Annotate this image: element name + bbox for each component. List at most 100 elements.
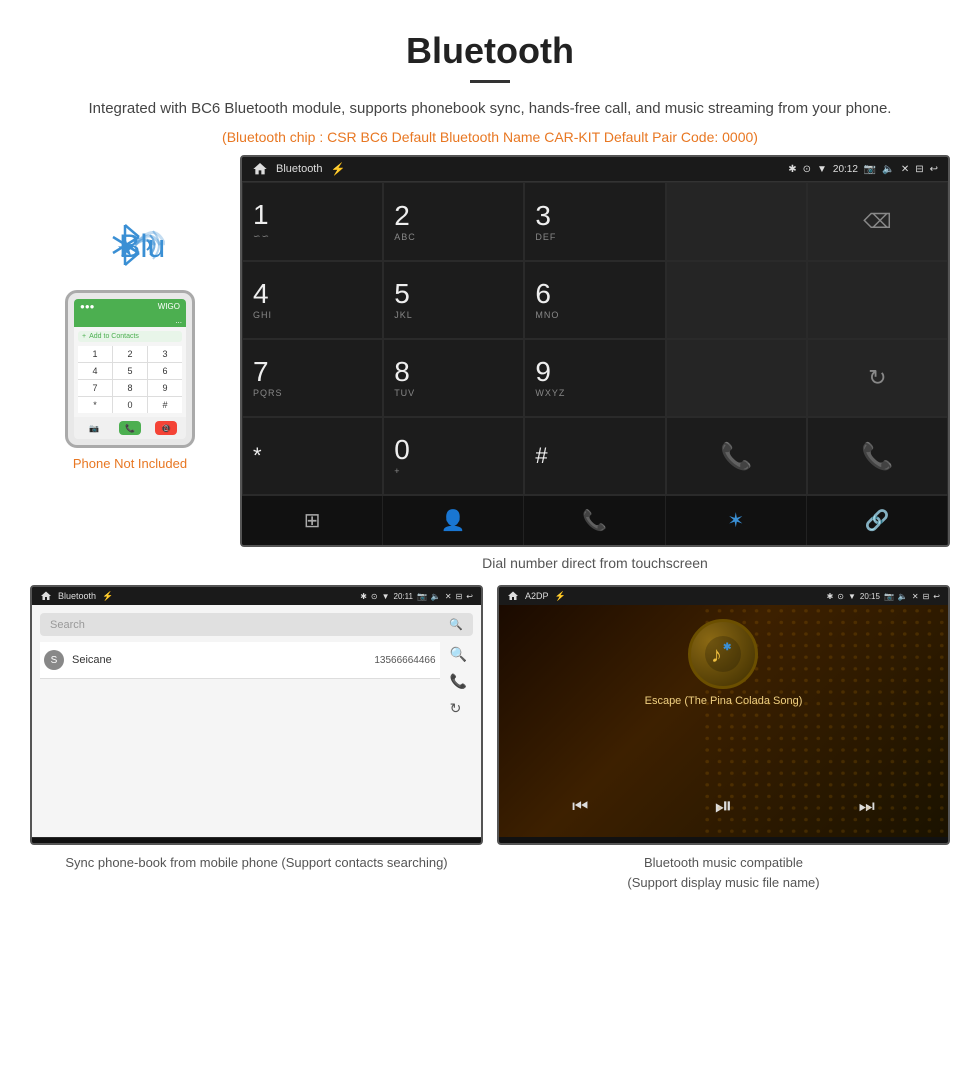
phone-keypad: 1 2 3 4 5 6 7 8 9 * 0 # (78, 346, 182, 413)
window-icon: ⊟ (915, 164, 923, 175)
usb-icon: ⚡ (330, 162, 345, 176)
page-header: Bluetooth Integrated with BC6 Bluetooth … (0, 0, 980, 155)
dial-key-6[interactable]: 6 MNO (524, 261, 665, 339)
dial-key-refresh[interactable]: ↻ (807, 339, 948, 417)
bt-icon-small: ✱ (360, 592, 367, 601)
phone-mockup: ●●●WIGO ... +Add to Contacts 1 2 3 4 5 6… (65, 290, 195, 448)
album-art: ♪ ✱ (688, 619, 758, 689)
search-icon: 🔍 (449, 618, 463, 631)
dial-key-7[interactable]: 7 PQRS (242, 339, 383, 417)
dial-key-empty-4 (666, 339, 807, 417)
nav-person-icon[interactable]: 👤 (383, 496, 524, 545)
music-screen: A2DP ⚡ ✱ ⊙ ▼ 20:15 📷 🔈 ✕ ⊟ ↩ (497, 585, 950, 845)
loc-icon-small: ⊙ (371, 592, 378, 601)
phone-top-bar: ●●●WIGO (74, 299, 186, 314)
title-divider (470, 80, 510, 83)
dial-key-call-green[interactable]: 📞 (666, 417, 807, 495)
home-icon-music (507, 590, 519, 602)
main-content: Bluetooth; ⭑ ●●●WIGO ... (0, 155, 980, 585)
back-icon: ↩ (930, 164, 938, 175)
camera-icon: 📷 (864, 164, 876, 175)
win-icon-small: ⊟ (456, 592, 463, 601)
car-bottom-nav: ⊞ 👤 📞 ✶ 🔗 (242, 495, 948, 545)
music-content: ♪ ✱ Escape (The Pina Colada Song) (645, 615, 803, 785)
dial-key-3[interactable]: 3 DEF (524, 182, 665, 261)
dial-key-hash[interactable]: # (524, 417, 665, 495)
contact-number: 13566664466 (374, 655, 435, 666)
song-title: Escape (The Pina Colada Song) (645, 695, 803, 707)
music-status-bar: A2DP ⚡ ✱ ⊙ ▼ 20:15 📷 🔈 ✕ ⊟ ↩ (499, 587, 948, 605)
refresh-action-icon[interactable]: ↻ (450, 700, 467, 717)
dial-key-delete[interactable]: ⌫ (807, 182, 948, 261)
search-bar[interactable]: Search 🔍 (40, 613, 473, 636)
time-music: 20:15 (860, 592, 880, 601)
bt-icon-music: ✱ (827, 592, 834, 601)
svg-text:♪: ♪ (711, 642, 722, 667)
dial-key-2[interactable]: 2 ABC (383, 182, 524, 261)
phonebook-screen: Bluetooth ⚡ ✱ ⊙ ▼ 20:11 📷 🔈 ✕ ⊟ ↩ (30, 585, 483, 845)
phone-bottom-bar: 📷 📞 📵 (74, 417, 186, 439)
contact-name: Seicane (72, 654, 374, 666)
pb-nav-bt[interactable]: ✶ (301, 844, 391, 845)
loc-icon-music: ⊙ (837, 592, 844, 601)
vol-icon-small: 🔈 (431, 592, 441, 601)
page-subtitle: Integrated with BC6 Bluetooth module, su… (60, 97, 920, 121)
phonebook-status-label: Bluetooth (58, 591, 96, 601)
status-label: Bluetooth (276, 163, 322, 175)
contact-row[interactable]: S Seicane 13566664466 (40, 642, 440, 679)
volume-icon: 🔈 (882, 164, 894, 175)
close-icon: ✕ (901, 164, 909, 175)
bluetooth-wifi-icon: Bluetooth; ⭑ (95, 215, 165, 275)
time-small: 20:11 (394, 592, 413, 601)
cam-icon-music: 📷 (884, 592, 894, 601)
pb-nav-phone[interactable]: 📞 (212, 844, 302, 845)
bottom-screenshots: Bluetooth ⚡ ✱ ⊙ ▼ 20:11 📷 🔈 ✕ ⊟ ↩ (0, 585, 980, 892)
pb-nav-person[interactable]: 👤 (122, 844, 212, 845)
phonebook-bottom-nav: ⊞ 👤 📞 ✶ 🔗 (32, 837, 481, 845)
location-icon: ⊙ (803, 164, 811, 175)
sig-icon-music: ▼ (848, 592, 856, 601)
nav-grid-icon[interactable]: ⊞ (242, 496, 383, 545)
search-action-icon[interactable]: 🔍 (450, 646, 467, 663)
nav-link-icon[interactable]: 🔗 (807, 496, 948, 545)
phone-section: Bluetooth; ⭑ ●●●WIGO ... (30, 155, 230, 471)
x-icon-music: ✕ (912, 592, 919, 601)
dial-key-8[interactable]: 8 TUV (383, 339, 524, 417)
nav-phone-icon[interactable]: 📞 (524, 496, 665, 545)
call-action-icon[interactable]: 📞 (450, 673, 467, 690)
pb-nav-link[interactable]: 🔗 (391, 844, 481, 845)
contact-list: S Seicane 13566664466 (40, 642, 440, 829)
dial-key-empty-3 (807, 261, 948, 339)
music-note-icon: ♪ ✱ (703, 634, 743, 674)
car-unit-section: Bluetooth ⚡ ✱ ⊙ ▼ 20:12 📷 🔈 ✕ ⊟ ↩ (230, 155, 950, 585)
right-action-icons: 🔍 📞 ↻ (444, 642, 473, 829)
dial-key-empty-1 (666, 182, 807, 261)
win-icon-music: ⊟ (923, 592, 930, 601)
usb-icon-music: ⚡ (555, 591, 566, 602)
dial-key-0[interactable]: 0 + (383, 417, 524, 495)
phonebook-col: Bluetooth ⚡ ✱ ⊙ ▼ 20:11 📷 🔈 ✕ ⊟ ↩ (30, 585, 483, 892)
dial-key-5[interactable]: 5 JKL (383, 261, 524, 339)
phonebook-body: Search 🔍 S Seicane 13566664466 🔍 📞 (32, 605, 481, 837)
dial-key-1[interactable]: 1 ∽∽ (242, 182, 383, 261)
dial-key-9[interactable]: 9 WXYZ (524, 339, 665, 417)
dial-key-call-red[interactable]: 📞 (807, 417, 948, 495)
page-title: Bluetooth (60, 30, 920, 72)
dialpad-grid: 1 ∽∽ 2 ABC 3 DEF ⌫ 4 GHI (242, 181, 948, 495)
music-screen-body: ♪ ✱ Escape (The Pina Colada Song) ⏮ ⏯ ⏭ (499, 605, 948, 837)
contact-avatar: S (44, 650, 64, 670)
nav-bluetooth-icon[interactable]: ✶ (666, 496, 807, 545)
dial-key-empty-2 (666, 261, 807, 339)
dial-key-4[interactable]: 4 GHI (242, 261, 383, 339)
sig-icon-small: ▼ (382, 592, 390, 601)
vol-icon-music: 🔈 (898, 592, 908, 601)
music-col: A2DP ⚡ ✱ ⊙ ▼ 20:15 📷 🔈 ✕ ⊟ ↩ (497, 585, 950, 892)
pb-nav-grid[interactable]: ⊞ (32, 844, 122, 845)
search-placeholder: Search (50, 619, 85, 631)
svg-text:✱: ✱ (723, 642, 732, 653)
bluetooth-status-icon: ✱ (788, 164, 796, 175)
dial-key-star[interactable]: * (242, 417, 383, 495)
phonebook-content: S Seicane 13566664466 🔍 📞 ↻ (40, 642, 473, 829)
main-caption: Dial number direct from touchscreen (240, 555, 950, 571)
prev-button[interactable]: ⏮ (572, 796, 588, 817)
